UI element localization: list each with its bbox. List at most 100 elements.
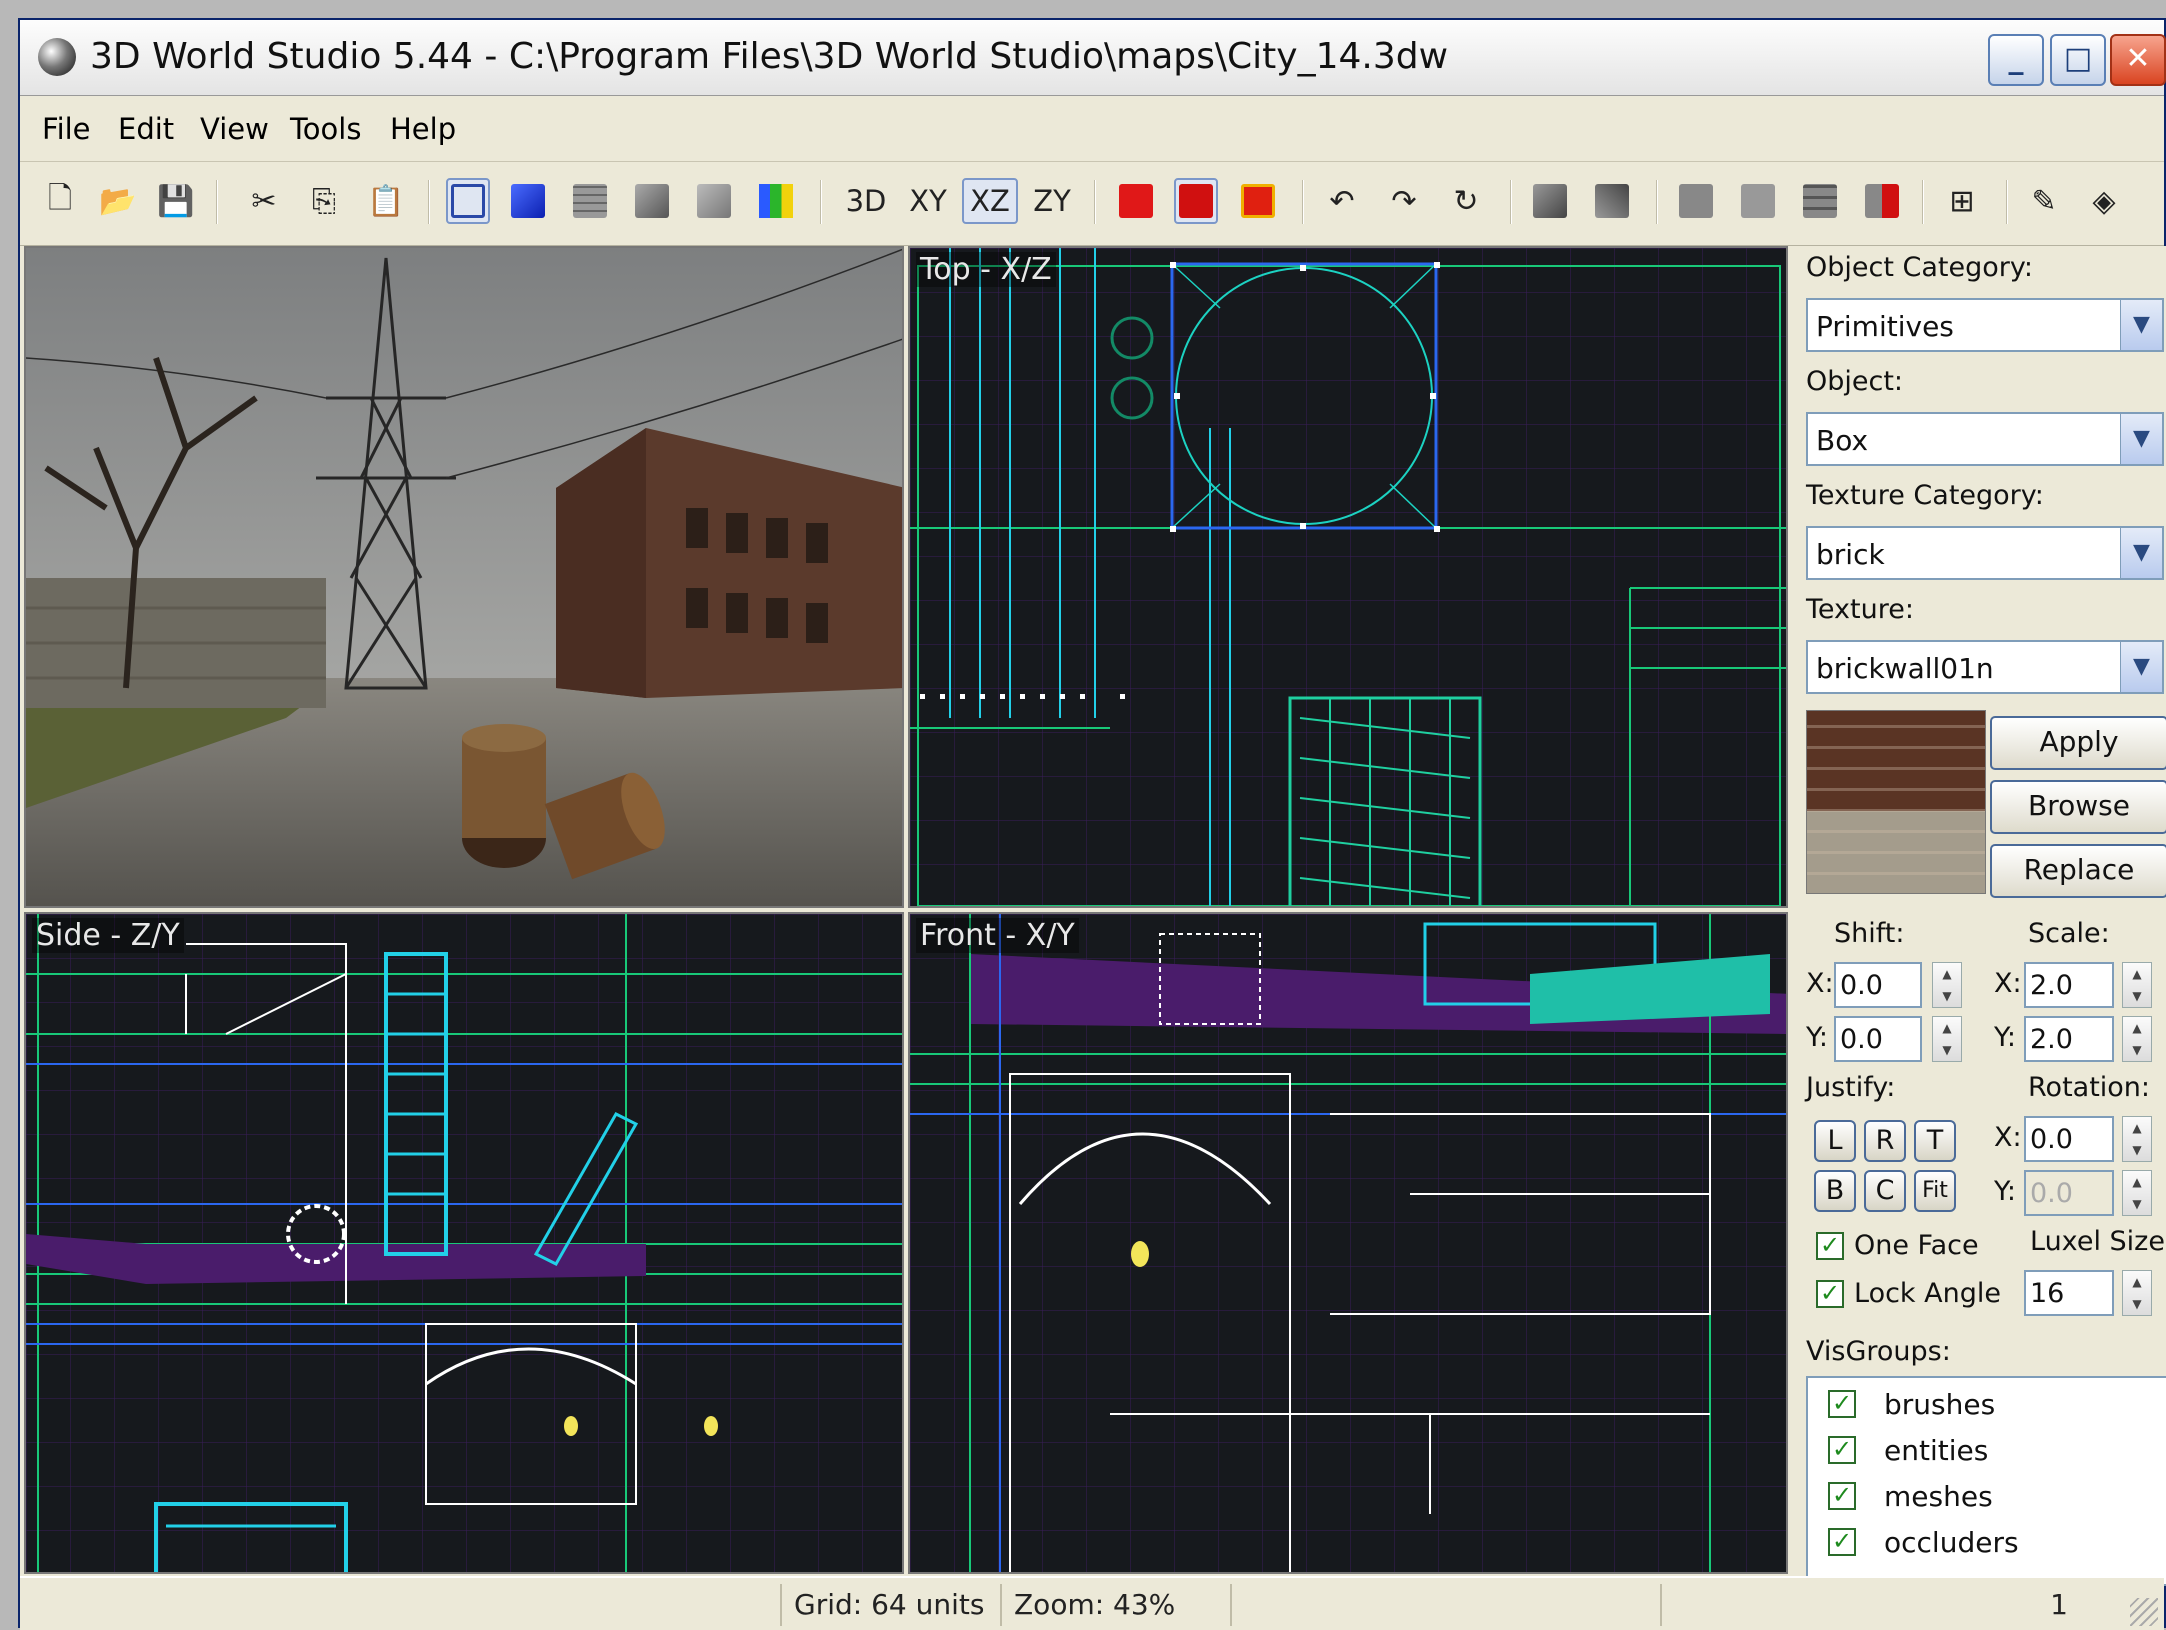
top-wireframe <box>910 248 1786 906</box>
carve-icon[interactable] <box>1736 178 1780 224</box>
object-category-select[interactable]: Primitives ▼ <box>1806 298 2164 352</box>
maximize-button[interactable]: □ <box>2050 34 2106 86</box>
menu-help[interactable]: Help <box>390 112 456 146</box>
viewport-top[interactable]: Top - X/Z <box>908 246 1788 908</box>
shift-y-spinner[interactable]: ▲ ▼ <box>1932 1016 1962 1062</box>
view-3d-button[interactable]: 3D <box>838 178 894 224</box>
menu-bar: File Edit View Tools Help <box>20 98 2164 162</box>
object-value: Box <box>1816 424 1869 457</box>
justify-top-button[interactable]: T <box>1914 1120 1956 1162</box>
justify-bottom-button[interactable]: B <box>1814 1170 1856 1212</box>
list-item[interactable]: ✓ meshes <box>1828 1478 2158 1518</box>
rotate-z-icon[interactable]: ↻ <box>1444 178 1488 224</box>
menu-tools[interactable]: Tools <box>290 112 361 146</box>
texture-category-value: brick <box>1816 538 1885 571</box>
visgroup-label: occluders <box>1884 1526 2019 1559</box>
view-xz-button[interactable]: XZ <box>962 178 1018 224</box>
rotation-x-spinner[interactable]: ▲ ▼ <box>2122 1116 2152 1162</box>
entities-view-icon[interactable] <box>754 178 798 224</box>
justify-left-button[interactable]: L <box>1814 1120 1856 1162</box>
luxel-size-spinner[interactable]: ▲ ▼ <box>2122 1270 2152 1316</box>
list-item[interactable]: ✓ brushes <box>1828 1386 2158 1426</box>
shift-x-spinner[interactable]: ▲ ▼ <box>1932 962 1962 1008</box>
ungroup-icon[interactable] <box>1590 178 1634 224</box>
view-zy-button[interactable]: ZY <box>1024 178 1080 224</box>
object-label: Object: <box>1806 366 1904 397</box>
view-xy-button[interactable]: XY <box>900 178 956 224</box>
new-file-icon[interactable]: 🗋 <box>38 178 82 224</box>
justify-label: Justify: <box>1806 1072 1896 1103</box>
visgroup-checkbox[interactable]: ✓ <box>1828 1390 1856 1418</box>
select-vertex-icon[interactable] <box>1236 178 1280 224</box>
save-icon[interactable]: 💾 <box>154 178 198 224</box>
resize-grip-icon[interactable] <box>2130 1598 2158 1626</box>
paint-bucket-icon[interactable]: ◈ <box>2082 178 2126 224</box>
lock-angle-checkbox[interactable]: ✓ <box>1816 1280 1844 1308</box>
paste-icon[interactable]: 📋 <box>364 178 408 224</box>
group-icon[interactable] <box>1528 178 1572 224</box>
viewport-3d[interactable] <box>24 246 904 908</box>
chevron-down-icon[interactable]: ▼ <box>2120 414 2162 464</box>
cut-icon[interactable]: ✂ <box>242 178 286 224</box>
visgroups-list[interactable]: ✓ brushes ✓ entities ✓ meshes ✓ occluders <box>1806 1376 2166 1586</box>
rotation-label: Rotation: <box>2028 1072 2151 1103</box>
chevron-down-icon[interactable]: ▼ <box>2120 528 2162 578</box>
split-icon[interactable] <box>1798 178 1842 224</box>
list-item[interactable]: ✓ entities <box>1828 1432 2158 1472</box>
texture-select[interactable]: brickwall01n ▼ <box>1806 640 2164 694</box>
viewport-front[interactable]: Front - X/Y <box>908 912 1788 1574</box>
justify-fit-button[interactable]: Fit <box>1914 1170 1956 1212</box>
close-button[interactable]: ✕ <box>2110 34 2166 86</box>
scale-y-spinner[interactable]: ▲ ▼ <box>2122 1016 2152 1062</box>
flat-shaded-icon[interactable] <box>630 178 674 224</box>
scale-x-spinner[interactable]: ▲ ▼ <box>2122 962 2152 1008</box>
lightmap-view-icon[interactable] <box>692 178 736 224</box>
texture-category-select[interactable]: brick ▼ <box>1806 526 2164 580</box>
justify-right-button[interactable]: R <box>1864 1120 1906 1162</box>
select-object-icon[interactable] <box>1114 178 1158 224</box>
title-bar[interactable]: 3D World Studio 5.44 - C:\Program Files\… <box>20 20 2166 96</box>
hollow-icon[interactable] <box>1674 178 1718 224</box>
browse-button[interactable]: Browse <box>1990 780 2166 834</box>
open-folder-icon[interactable]: 📂 <box>96 178 140 224</box>
one-face-checkbox[interactable]: ✓ <box>1816 1232 1844 1260</box>
rotate-x-icon[interactable]: ↶ <box>1320 178 1364 224</box>
visgroup-checkbox[interactable]: ✓ <box>1828 1482 1856 1510</box>
scale-y-input[interactable]: 2.0 <box>2024 1016 2114 1062</box>
visgroups-label: VisGroups: <box>1806 1336 1951 1367</box>
scale-y-label: Y: <box>1994 1022 2017 1053</box>
shift-x-input[interactable]: 0.0 <box>1834 962 1922 1008</box>
visgroup-label: meshes <box>1884 1480 1993 1513</box>
shift-y-input[interactable]: 0.0 <box>1834 1016 1922 1062</box>
align-icon[interactable]: ⊞ <box>1940 178 1984 224</box>
visgroup-checkbox[interactable]: ✓ <box>1828 1436 1856 1464</box>
status-bar: Grid: 64 units Zoom: 43% 1 <box>20 1576 2164 1630</box>
replace-button[interactable]: Replace <box>1990 844 2166 898</box>
menu-file[interactable]: File <box>42 112 91 146</box>
copy-icon[interactable]: ⎘ <box>302 178 346 224</box>
list-item[interactable]: ✓ occluders <box>1828 1524 2158 1564</box>
app-globe-icon <box>38 38 76 76</box>
menu-view[interactable]: View <box>200 112 269 146</box>
luxel-size-input[interactable]: 16 <box>2024 1270 2114 1316</box>
menu-edit[interactable]: Edit <box>118 112 174 146</box>
texture-preview <box>1806 710 1986 894</box>
mirror-icon[interactable] <box>1860 178 1904 224</box>
textured-view-icon[interactable] <box>568 178 612 224</box>
visgroup-checkbox[interactable]: ✓ <box>1828 1528 1856 1556</box>
minimize-button[interactable]: _ <box>1988 34 2044 86</box>
select-face-icon[interactable] <box>1174 178 1218 224</box>
rotation-x-input[interactable]: 0.0 <box>2024 1116 2114 1162</box>
solid-view-icon[interactable] <box>506 178 550 224</box>
wireframe-view-icon[interactable] <box>446 178 490 224</box>
shift-x-label: X: <box>1806 968 1834 999</box>
rotate-y-icon[interactable]: ↷ <box>1382 178 1426 224</box>
viewport-side[interactable]: Side - Z/Y <box>24 912 904 1574</box>
scale-x-input[interactable]: 2.0 <box>2024 962 2114 1008</box>
chevron-down-icon[interactable]: ▼ <box>2120 300 2162 350</box>
eyedropper-icon[interactable]: ✎ <box>2022 178 2066 224</box>
apply-button[interactable]: Apply <box>1990 716 2166 770</box>
chevron-down-icon[interactable]: ▼ <box>2120 642 2162 692</box>
object-select[interactable]: Box ▼ <box>1806 412 2164 466</box>
justify-center-button[interactable]: C <box>1864 1170 1906 1212</box>
